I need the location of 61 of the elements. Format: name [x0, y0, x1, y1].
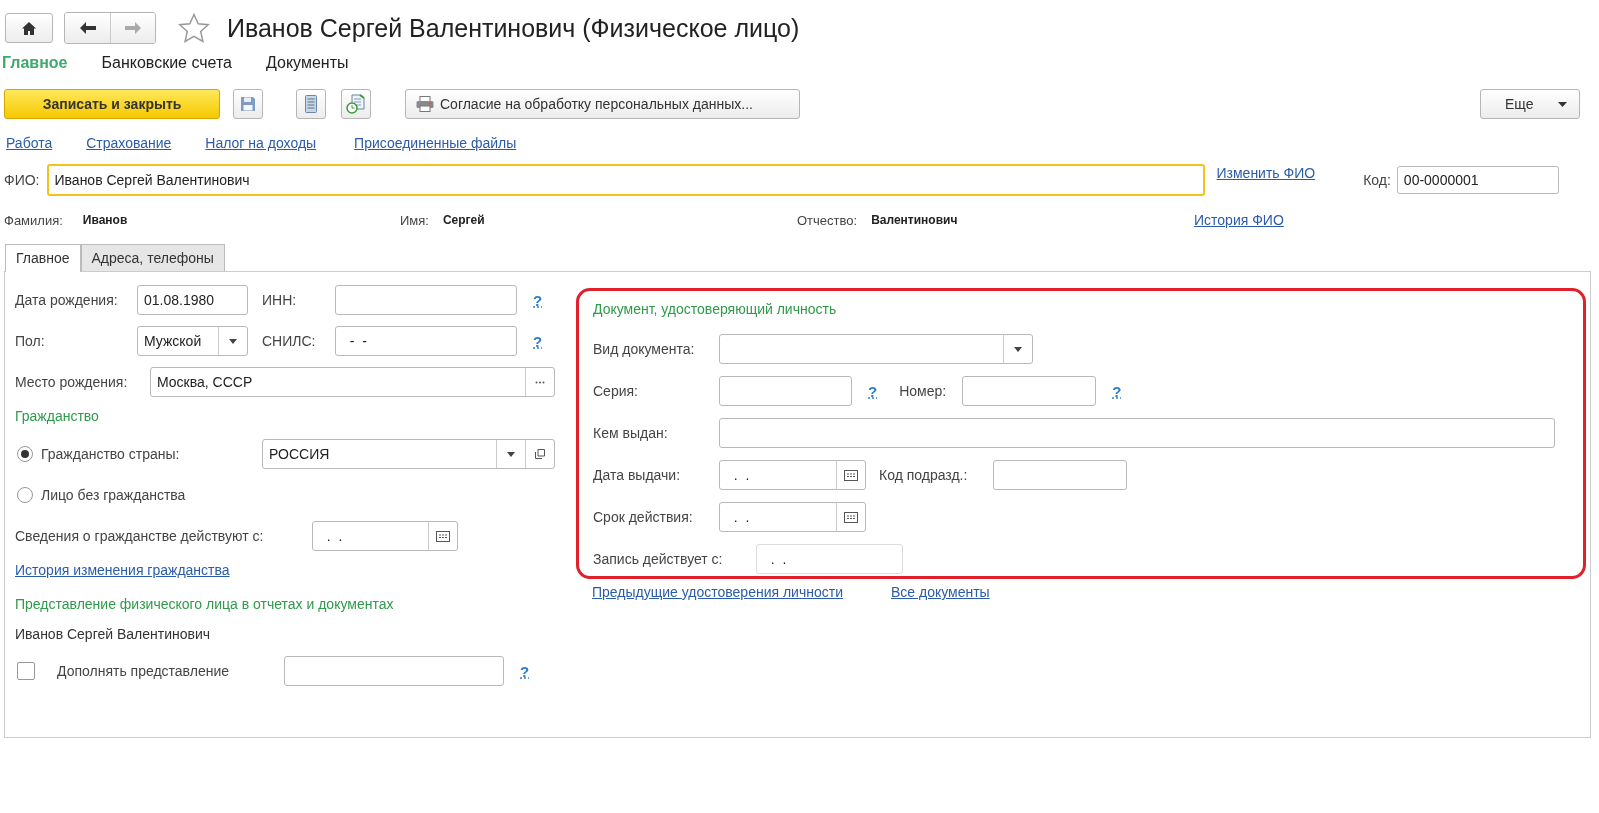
date-field[interactable]: 01.08.1980 — [137, 285, 248, 315]
field-label: Фамилия: — [4, 212, 63, 228]
date-field[interactable]: . . — [312, 521, 458, 551]
save-and-close-button[interactable]: Записать и закрыть — [4, 89, 220, 119]
date-field[interactable]: . . — [719, 502, 866, 532]
change-name-link[interactable]: Изменить ФИО — [1216, 165, 1316, 181]
field-label: Место рождения: — [15, 374, 129, 390]
help-link[interactable]: ? — [1112, 382, 1122, 400]
field-label: Код: — [1363, 172, 1391, 188]
section-heading: Представление физического лица в отчетах и документах — [15, 596, 395, 614]
document-link[interactable]: Все документы — [890, 584, 990, 600]
field-value: Иванов — [82, 213, 128, 227]
section-tab[interactable]: Документы — [266, 54, 349, 72]
link[interactable]: Страхование — [86, 135, 172, 151]
snils-field[interactable]: - - — [335, 326, 517, 356]
field-label: Отчество: — [797, 212, 858, 228]
section-heading: Гражданство — [15, 408, 100, 424]
field-label: Вид документа: — [593, 341, 696, 357]
field-label: Серия: — [593, 383, 639, 399]
full-name-field[interactable]: Иванов Сергей Валентинович — [46, 164, 1205, 196]
country-field[interactable]: РОССИЯ — [262, 439, 555, 469]
link[interactable]: Налог на доходы — [205, 135, 317, 151]
section-heading: Документ, удостоверяющий личность — [593, 301, 838, 319]
section-tab[interactable]: Банковские счета — [101, 54, 232, 72]
radio-label: Гражданство страны: — [41, 446, 181, 462]
field-label: ИНН: — [262, 292, 298, 308]
field-label: Дата рождения: — [15, 292, 119, 308]
tab[interactable]: Главное — [5, 244, 81, 272]
field-label: Дата выдачи: — [593, 467, 682, 483]
field-value: Валентинович — [871, 213, 958, 227]
radio-label: Лицо без гражданства — [41, 487, 186, 503]
more-menu-button[interactable]: Еще — [1480, 89, 1580, 119]
date-field[interactable]: . . — [719, 460, 866, 490]
birthplace-field[interactable]: Москва, СССР — [150, 367, 555, 397]
field-label: Кем выдан: — [593, 425, 669, 441]
field-label: Сведения о гражданстве действуют с: — [15, 528, 265, 544]
representation-text: Иванов Сергей Валентинович — [15, 626, 212, 644]
field-label: СНИЛС: — [262, 333, 317, 349]
help-link[interactable]: ? — [533, 332, 543, 350]
field-label: Срок действия: — [593, 509, 694, 525]
field-label: Имя: — [400, 212, 429, 228]
link[interactable]: Работа — [6, 135, 53, 151]
field-label: Код подразд.: — [879, 467, 969, 483]
consent-print-button[interactable]: Согласие на обработку персональных данных... — [405, 89, 800, 119]
link[interactable]: Присоединенные файлы — [354, 135, 517, 151]
citizenship-history-link[interactable]: История изменения гражданства — [15, 562, 230, 578]
field-label: ФИО: — [4, 172, 40, 188]
dropdown-field[interactable]: Мужской — [137, 326, 248, 356]
document-link[interactable]: Предыдущие удостоверения личности — [592, 584, 843, 600]
field-label: Пол: — [15, 333, 46, 349]
tab[interactable]: Адреса, телефоны — [80, 244, 225, 271]
field-label: Номер: — [899, 383, 948, 399]
name-history-link[interactable]: История ФИО — [1194, 212, 1284, 228]
field-value: Сергей — [442, 213, 485, 227]
checkbox-label: Дополнять представление — [57, 663, 231, 679]
field-label: Запись действует с: — [593, 551, 724, 567]
help-link[interactable]: ? — [520, 662, 530, 680]
code-field[interactable]: 00-0000001 — [1396, 166, 1559, 194]
help-link[interactable]: ? — [868, 382, 878, 400]
help-link[interactable]: ? — [533, 291, 543, 309]
window-title: Иванов Сергей Валентинович (Физическое лицо) — [227, 13, 800, 43]
